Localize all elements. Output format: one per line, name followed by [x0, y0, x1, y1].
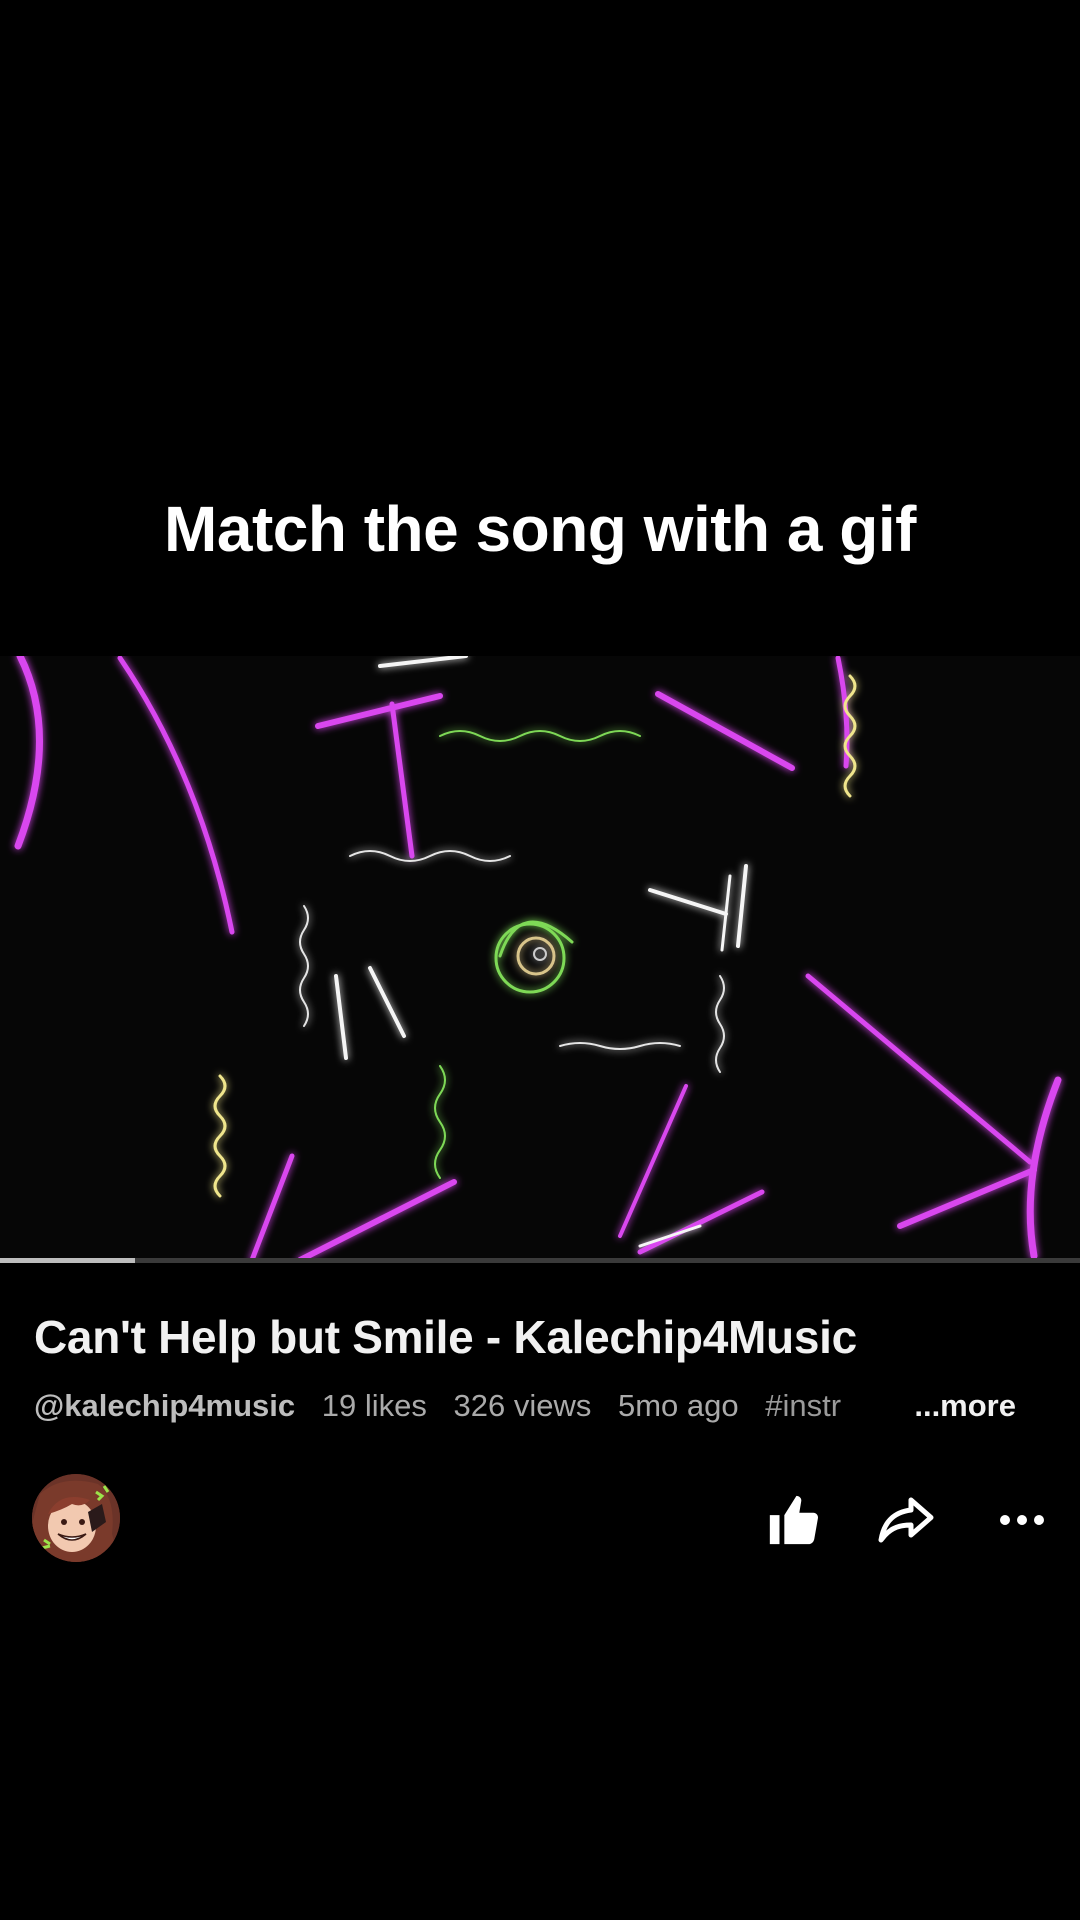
more-dots-icon	[1000, 1515, 1044, 1525]
video-progress-bar[interactable]	[0, 1258, 1080, 1263]
video-frame-artwork	[0, 656, 1080, 1260]
video-meta-row[interactable]: @kalechip4music 19 likes 326 views 5mo a…	[34, 1388, 1044, 1432]
more-options-button[interactable]	[990, 1488, 1054, 1552]
channel-handle[interactable]: @kalechip4music	[34, 1388, 295, 1423]
channel-avatar[interactable]	[32, 1474, 120, 1562]
video-title[interactable]: Can't Help but Smile - Kalechip4Music	[34, 1310, 857, 1364]
views-count: 326 views	[453, 1388, 592, 1423]
upload-age: 5mo ago	[617, 1388, 739, 1423]
avatar-image	[32, 1474, 120, 1562]
video-progress-fill	[0, 1258, 135, 1263]
hashtag[interactable]: #instr	[765, 1388, 841, 1423]
like-button[interactable]	[762, 1488, 826, 1552]
overlay-caption: Match the song with a gif	[164, 493, 916, 565]
more-link[interactable]: ...more	[894, 1388, 1016, 1424]
thumbs-up-icon	[769, 1495, 818, 1545]
share-arrow-icon	[878, 1497, 934, 1543]
share-button[interactable]	[874, 1488, 938, 1552]
likes-count: 19 likes	[321, 1388, 427, 1423]
video-player[interactable]	[0, 656, 1080, 1260]
